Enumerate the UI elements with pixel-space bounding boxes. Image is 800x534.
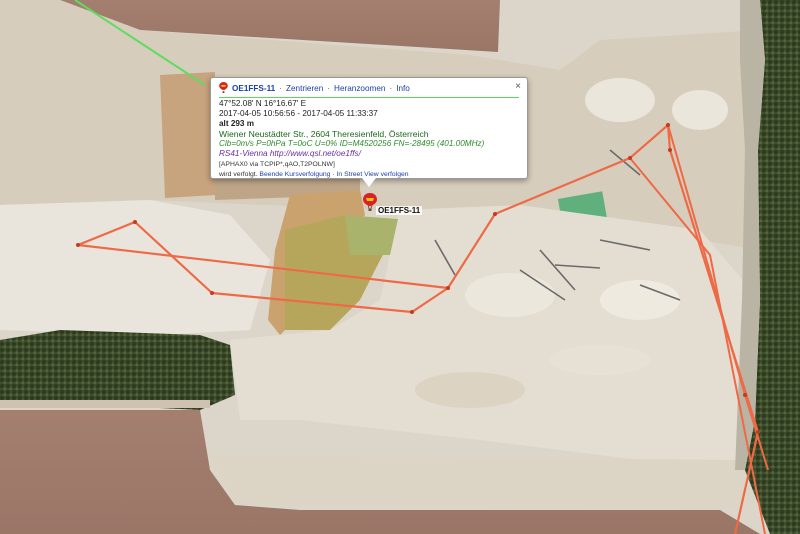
station-info-popup: × OE1FFS-11 · Zentrieren · Heranzoomen ·…: [210, 77, 528, 187]
balloon-icon: [219, 81, 228, 96]
popup-callsign[interactable]: OE1FFS-11: [232, 84, 275, 94]
comment: RS41-Vienna http://www.qsl.net/oe1ffs/: [219, 149, 519, 159]
separator: ·: [327, 83, 331, 93]
altitude: alt 293 m: [219, 119, 255, 129]
street-view-link[interactable]: In Street View verfolgen: [337, 171, 409, 178]
field-bottom-strip: [0, 400, 210, 408]
sand-heap-5: [585, 78, 655, 122]
separator: ·: [279, 83, 282, 93]
tree-belt-left: [0, 330, 235, 410]
separator: ·: [389, 83, 393, 93]
info-link[interactable]: Info: [396, 84, 410, 94]
stop-tracking-link[interactable]: Beende Kursverfolgung: [259, 171, 330, 178]
separator: ·: [332, 170, 335, 178]
popup-header: OE1FFS-11 · Zentrieren · Heranzoomen · I…: [219, 81, 519, 96]
timestamps: 2017-04-05 10:56:56 - 2017-04-05 11:33:3…: [219, 109, 519, 119]
sand-heap-2: [600, 280, 680, 320]
zoom-in-link[interactable]: Heranzoomen: [334, 84, 385, 94]
station-label[interactable]: OE1FFS-11: [376, 206, 423, 215]
popup-divider: [219, 97, 519, 98]
sand-heap-3: [415, 372, 525, 408]
tracking-status: wird verfolgt.: [219, 170, 258, 178]
sand-heap-1: [465, 273, 555, 317]
time-first: 2017-04-05 10:56:56: [219, 109, 296, 119]
close-icon[interactable]: ×: [515, 81, 521, 92]
comment-prefix: RS41-Vienna: [219, 149, 268, 159]
aprs-path: [APHAX0 via TCPIP*,qAO,T2POLNW]: [219, 160, 335, 168]
address: Wiener Neustädter Str., 2604 Theresienfe…: [219, 129, 429, 140]
coordinates: 47°52.08' N 16°16.67' E: [219, 99, 307, 108]
road-bottom: [210, 455, 760, 510]
sand-pit-upper: [160, 72, 215, 198]
sand-heap-4: [550, 345, 650, 375]
center-link[interactable]: Zentrieren: [286, 84, 323, 94]
tracking-footer: wird verfolgt. Beende Kursverfolgung · I…: [219, 170, 519, 180]
telemetry: Clb=0m/s P=0hPa T=0oC U=0% ID=M4520256 F…: [219, 139, 485, 149]
sand-heap-6: [672, 90, 728, 130]
time-last: 2017-04-05 11:33:37: [302, 109, 378, 119]
balloon-icon[interactable]: [363, 193, 377, 211]
comment-url[interactable]: http://www.qsl.net/oe1ffs/: [270, 149, 361, 158]
